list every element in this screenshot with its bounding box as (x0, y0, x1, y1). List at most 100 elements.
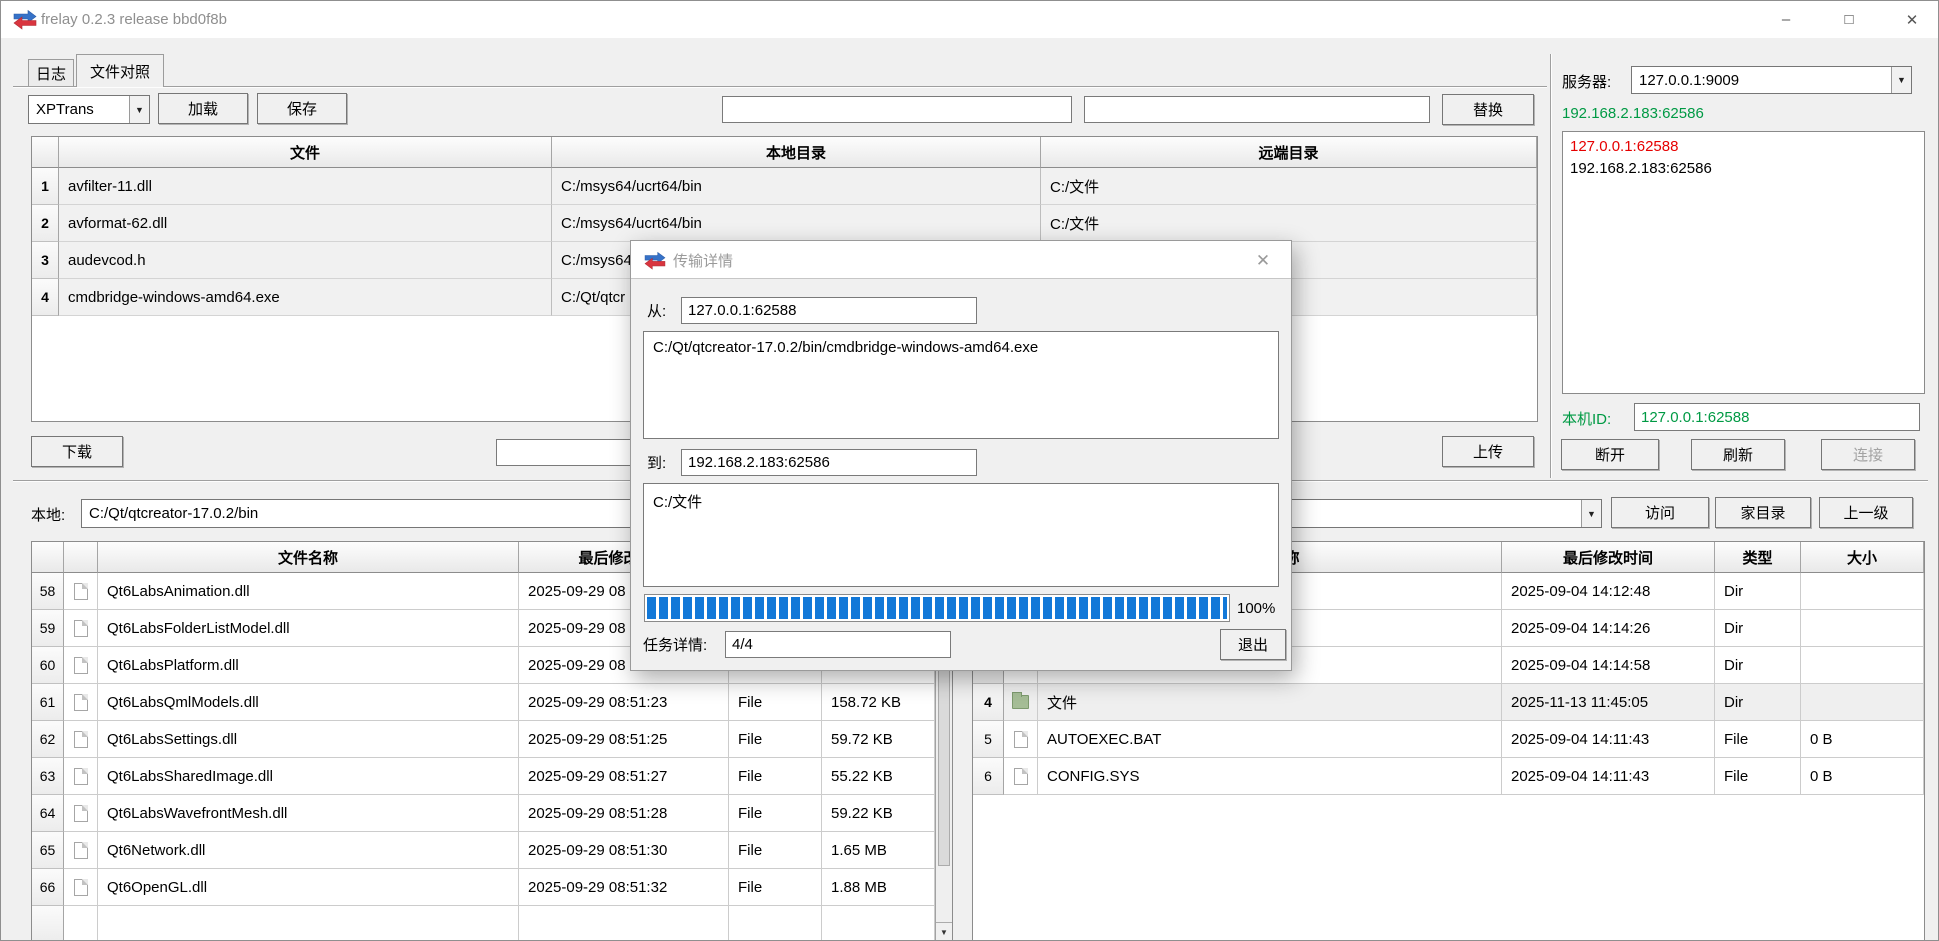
chevron-down-icon[interactable]: ▼ (129, 96, 149, 123)
cell-size[interactable]: 1.65 MB (822, 832, 935, 869)
header-remote-dir[interactable]: 远端目录 (1041, 137, 1537, 168)
cell-size[interactable] (1801, 684, 1924, 721)
table-row[interactable]: 66 Qt6OpenGL.dll 2025-09-29 08:51:32 Fil… (32, 869, 952, 906)
cell-size[interactable] (1801, 647, 1924, 684)
cell-type[interactable]: File (1715, 721, 1801, 758)
table-row[interactable]: 64 Qt6LabsWavefrontMesh.dll 2025-09-29 0… (32, 795, 952, 832)
row-number[interactable]: 61 (32, 684, 64, 721)
header-type[interactable]: 类型 (1715, 542, 1801, 573)
cell-name[interactable]: Qt6LabsAnimation.dll (98, 573, 519, 610)
table-row[interactable]: 61 Qt6LabsQmlModels.dll 2025-09-29 08:51… (32, 684, 952, 721)
cell-type[interactable]: File (729, 684, 822, 721)
refresh-button[interactable]: 刷新 (1691, 439, 1785, 470)
table-row[interactable]: 6 CONFIG.SYS 2025-09-04 14:11:43 File 0 … (973, 758, 1924, 795)
cell-name[interactable]: Qt6LabsSharedImage.dll (98, 758, 519, 795)
header-mtime[interactable]: 最后修改时间 (1502, 542, 1715, 573)
cell-type[interactable]: File (729, 795, 822, 832)
server-combobox[interactable]: 127.0.0.1:9009 ▼ (1631, 66, 1912, 94)
row-number[interactable]: 4 (973, 684, 1004, 721)
cell-mtime[interactable]: 2025-09-04 14:11:43 (1502, 758, 1715, 795)
preset-combobox[interactable]: XPTrans ▼ (28, 95, 150, 124)
to-input[interactable] (681, 449, 977, 476)
cell-mtime[interactable]: 2025-09-29 08:51:32 (519, 869, 729, 906)
cell-local[interactable]: C:/msys64/ucrt64/bin (552, 168, 1041, 205)
replace-input[interactable] (1084, 96, 1430, 123)
cell-mtime[interactable]: 2025-09-04 14:14:26 (1502, 610, 1715, 647)
cell-size[interactable]: 59.72 KB (822, 721, 935, 758)
home-dir-button[interactable]: 家目录 (1715, 497, 1811, 528)
cell-size[interactable] (1801, 610, 1924, 647)
row-number[interactable]: 60 (32, 647, 64, 684)
local-id-input[interactable] (1634, 403, 1920, 431)
disconnect-button[interactable]: 断开 (1561, 439, 1659, 470)
cell-mtime[interactable]: 2025-09-29 08:51:23 (519, 684, 729, 721)
cell-name[interactable]: Qt6LabsQmlModels.dll (98, 684, 519, 721)
maximize-button[interactable]: □ (1824, 1, 1874, 38)
row-number[interactable]: 63 (32, 758, 64, 795)
row-number[interactable]: 2 (32, 205, 59, 242)
compare-row[interactable]: 1 avfilter-11.dll C:/msys64/ucrt64/bin C… (32, 168, 1537, 205)
header-size[interactable]: 大小 (1801, 542, 1924, 573)
table-row[interactable]: 63 Qt6LabsSharedImage.dll 2025-09-29 08:… (32, 758, 952, 795)
cell-remote[interactable]: C:/文件 (1041, 205, 1537, 242)
chevron-down-icon[interactable]: ▼ (1891, 67, 1911, 93)
cell-type[interactable]: File (729, 721, 822, 758)
cell-type[interactable]: File (729, 832, 822, 869)
cell-type[interactable]: Dir (1715, 610, 1801, 647)
row-number[interactable]: 6 (973, 758, 1004, 795)
cell-type[interactable]: Dir (1715, 573, 1801, 610)
tab-file-compare[interactable]: 文件对照 (76, 54, 164, 87)
cell-size[interactable]: 55.22 KB (822, 758, 935, 795)
dialog-close-icon[interactable]: ✕ (1249, 248, 1277, 273)
cell-name[interactable]: 文件 (1038, 684, 1502, 721)
cell-mtime[interactable]: 2025-09-29 08:51:28 (519, 795, 729, 832)
tab-log[interactable]: 日志 (28, 59, 74, 87)
exit-button[interactable]: 退出 (1220, 629, 1286, 660)
cell-name[interactable]: Qt6LabsWavefrontMesh.dll (98, 795, 519, 832)
from-files-list[interactable]: C:/Qt/qtcreator-17.0.2/bin/cmdbridge-win… (643, 331, 1279, 439)
cell-name[interactable]: Qt6LabsSettings.dll (98, 721, 519, 758)
cell-file[interactable]: cmdbridge-windows-amd64.exe (59, 279, 552, 316)
table-row[interactable]: 62 Qt6LabsSettings.dll 2025-09-29 08:51:… (32, 721, 952, 758)
row-number[interactable]: 62 (32, 721, 64, 758)
visit-button[interactable]: 访问 (1611, 497, 1709, 528)
cell-remote[interactable]: C:/文件 (1041, 168, 1537, 205)
replace-button[interactable]: 替换 (1442, 94, 1534, 125)
cell-mtime[interactable]: 2025-09-04 14:12:48 (1502, 573, 1715, 610)
cell-mtime[interactable]: 2025-09-29 08:51:30 (519, 832, 729, 869)
cell-mtime[interactable]: 2025-09-29 08:51:25 (519, 721, 729, 758)
cell-name[interactable]: AUTOEXEC.BAT (1038, 721, 1502, 758)
cell-name[interactable]: CONFIG.SYS (1038, 758, 1502, 795)
cell-mtime[interactable]: 2025-09-04 14:11:43 (1502, 721, 1715, 758)
cell-type[interactable]: Dir (1715, 647, 1801, 684)
cell-name[interactable]: Qt6LabsFolderListModel.dll (98, 610, 519, 647)
task-detail-input[interactable] (725, 631, 951, 658)
row-number[interactable]: 66 (32, 869, 64, 906)
peer-item[interactable]: 127.0.0.1:62588 (1570, 135, 1917, 157)
peer-item[interactable]: 192.168.2.183:62586 (1570, 157, 1917, 179)
cell-type[interactable]: File (729, 758, 822, 795)
chevron-down-icon[interactable]: ▼ (1581, 500, 1601, 527)
header-local-dir[interactable]: 本地目录 (552, 137, 1041, 168)
cell-type[interactable]: File (1715, 758, 1801, 795)
close-button[interactable]: ✕ (1887, 1, 1937, 38)
cell-size[interactable]: 0 B (1801, 721, 1924, 758)
cell-size[interactable]: 0 B (1801, 758, 1924, 795)
to-files-list[interactable]: C:/文件 (643, 483, 1279, 587)
cell-file[interactable]: audevcod.h (59, 242, 552, 279)
table-row-selected[interactable]: 4 文件 2025-11-13 11:45:05 Dir (973, 684, 1924, 721)
cell-name[interactable]: Qt6LabsPlatform.dll (98, 647, 519, 684)
row-number[interactable]: 58 (32, 573, 64, 610)
upload-button[interactable]: 上传 (1442, 436, 1534, 467)
header-name[interactable]: 文件名称 (98, 542, 519, 573)
cell-name[interactable]: Qt6Network.dll (98, 832, 519, 869)
cell-type[interactable]: File (729, 869, 822, 906)
cell-local[interactable]: C:/msys64/ucrt64/bin (552, 205, 1041, 242)
cell-size[interactable]: 59.22 KB (822, 795, 935, 832)
save-button[interactable]: 保存 (257, 93, 347, 124)
row-number[interactable]: 4 (32, 279, 59, 316)
table-row[interactable]: 5 AUTOEXEC.BAT 2025-09-04 14:11:43 File … (973, 721, 1924, 758)
from-input[interactable] (681, 297, 977, 324)
up-level-button[interactable]: 上一级 (1819, 497, 1913, 528)
header-file[interactable]: 文件 (59, 137, 552, 168)
